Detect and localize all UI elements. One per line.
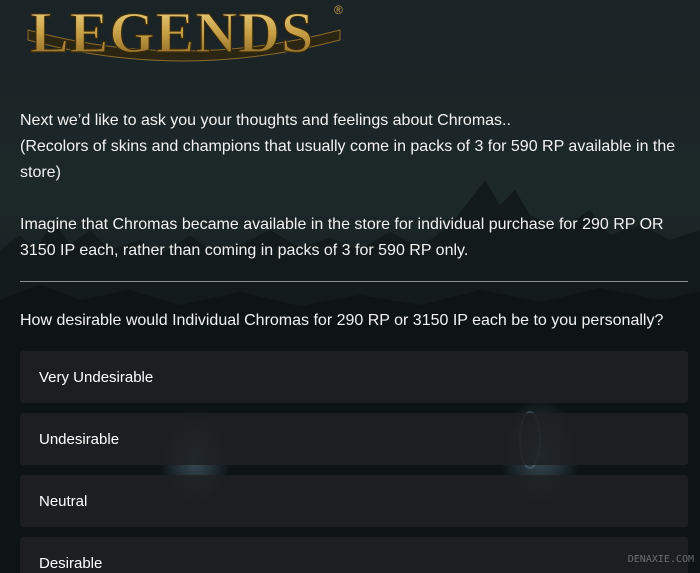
option-label: Neutral — [39, 492, 88, 510]
section-divider — [20, 281, 688, 282]
legends-logo: LEGENDS ® — [22, 0, 352, 70]
logo-text: LEGENDS — [30, 0, 314, 65]
logo-graphic: LEGENDS ® — [27, 0, 343, 66]
intro-section: Next we’d like to ask you your thoughts … — [20, 108, 685, 264]
intro-paragraph-2: Imagine that Chromas became available in… — [20, 216, 664, 259]
option-very-undesirable[interactable]: Very Undesirable — [20, 351, 688, 403]
intro-line-1: Next we’d like to ask you your thoughts … — [20, 112, 511, 129]
option-undesirable[interactable]: Undesirable — [20, 413, 688, 465]
option-neutral[interactable]: Neutral — [20, 475, 688, 527]
answer-options: Very Undesirable Undesirable Neutral Des… — [20, 351, 688, 573]
option-label: Very Undesirable — [39, 368, 154, 386]
intro-line-2: (Recolors of skins and champions that us… — [20, 138, 676, 181]
survey-page: LEGENDS ® Next we’d like to ask you your… — [0, 0, 700, 573]
registered-mark: ® — [334, 3, 343, 17]
option-desirable[interactable]: Desirable — [20, 537, 688, 573]
option-label: Undesirable — [39, 430, 120, 448]
option-label: Desirable — [39, 554, 103, 572]
question-text: How desirable would Individual Chromas f… — [20, 312, 664, 329]
watermark: DENAXIE.COM — [627, 554, 694, 565]
